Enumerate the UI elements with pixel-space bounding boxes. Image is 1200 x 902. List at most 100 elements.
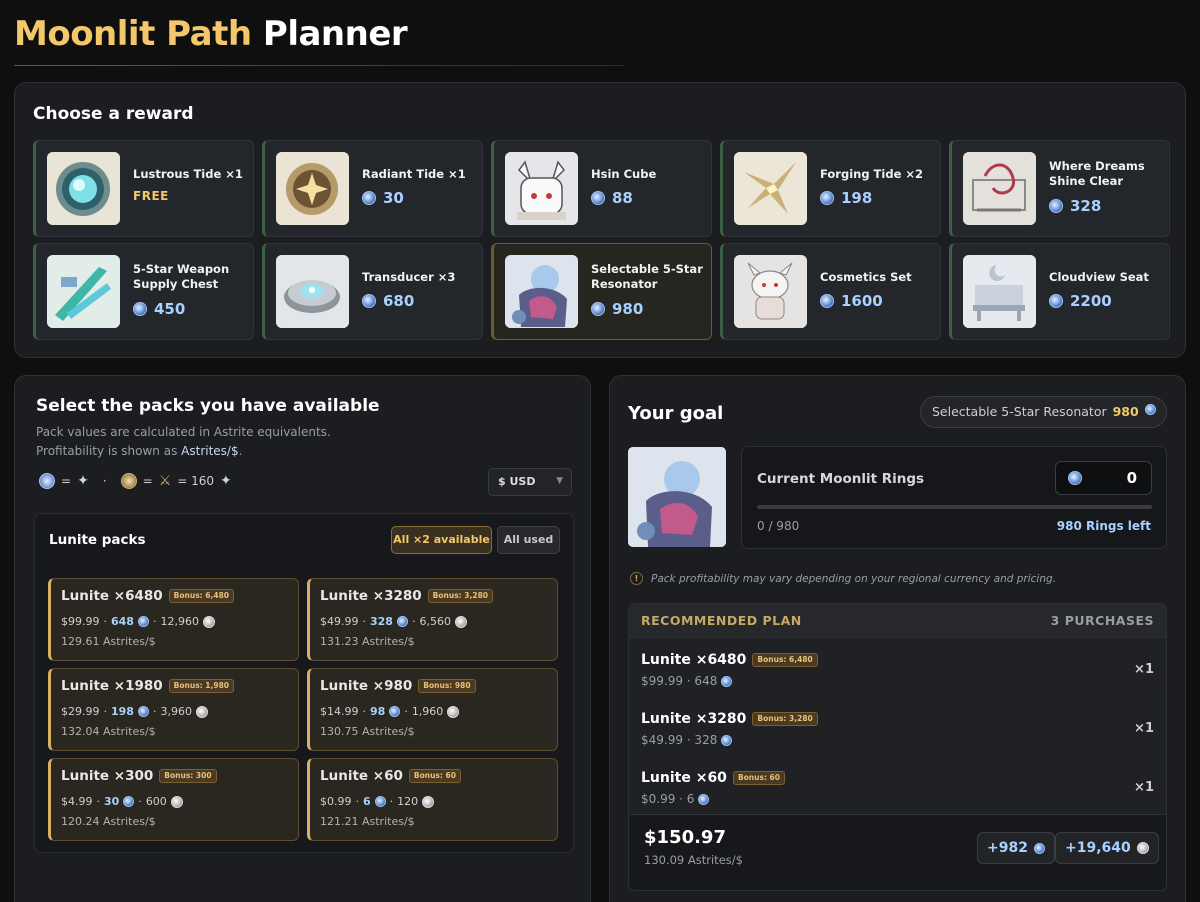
moonlit-ring-icon: [123, 796, 135, 807]
lunite-icon: [39, 473, 55, 489]
pack-card[interactable]: Lunite ×1980 Bonus: 1,980 $29.99 · 198 · 3,96…: [48, 668, 299, 751]
plan-total: $150.97: [644, 827, 726, 848]
weapon-supply-chest-image: [47, 255, 120, 328]
reward-price: 328: [1049, 197, 1101, 215]
packs-description: Pack values are calculated in Astrite eq…: [36, 425, 331, 458]
bonus-badge: Bonus: 6,480: [752, 653, 818, 667]
reward-name: Lustrous Tide ×1: [133, 167, 243, 181]
pack-card[interactable]: Lunite ×980 Bonus: 980 $14.99 · 98 · 1,960 13…: [307, 668, 558, 751]
moonlit-ring-icon: [362, 191, 376, 205]
bonus-badge: Bonus: 300: [159, 769, 217, 783]
reward-name: Selectable 5-Star Resonator: [591, 262, 703, 291]
conversion-legend: = ✦ · = ⚔ = 160 ✦: [39, 473, 232, 489]
bonus-badge: Bonus: 6,480: [168, 589, 235, 603]
reward-card-cosmetics-set[interactable]: Cosmetics Set 1600: [720, 243, 941, 340]
reward-card-forging-tide[interactable]: Forging Tide ×2 198: [720, 140, 941, 237]
reward-heading: Choose a reward: [33, 104, 194, 124]
moonlit-ring-icon: [820, 294, 834, 308]
reward-name: Transducer ×3: [362, 270, 456, 284]
reward-price: 88: [591, 189, 633, 207]
goal-target-pill[interactable]: Selectable 5-Star Resonator 980: [920, 396, 1167, 428]
moonlit-ring-icon: [374, 796, 386, 807]
forging-icon: ⚔: [158, 473, 172, 489]
all-used-button[interactable]: All used: [497, 526, 560, 554]
progress-text: 0 / 980: [757, 519, 800, 533]
moonlit-ring-icon: [133, 302, 147, 316]
all-available-button[interactable]: All ×2 available: [391, 526, 492, 554]
moonlit-ring-icon: [721, 734, 733, 746]
group-title: Lunite packs: [49, 532, 146, 548]
bonus-badge: Bonus: 60: [732, 771, 785, 785]
moonlit-ring-icon: [1049, 294, 1063, 308]
moonlit-ring-icon: [820, 191, 834, 205]
moonlit-ring-icon: [1033, 842, 1045, 854]
moonlit-ring-icon: [698, 793, 710, 805]
goal-reward-image: [628, 447, 726, 547]
moonlit-ring-icon: [1144, 404, 1156, 415]
moonlit-ring-icon: [1068, 471, 1082, 485]
reward-name: Forging Tide ×2: [820, 167, 924, 181]
reward-grid: Lustrous Tide ×1 FREE Radiant Tide ×1 30…: [33, 140, 1170, 340]
bonus-badge: Bonus: 60: [408, 769, 461, 783]
reward-name: Hsin Cube: [591, 167, 657, 181]
recommended-plan: RECOMMENDED PLAN 3 PURCHASES Lunite ×648…: [628, 603, 1167, 891]
cosmetics-set-image: [734, 255, 807, 328]
packs-heading: Select the packs you have available: [36, 396, 380, 416]
rings-gain-chip: +982: [977, 832, 1055, 864]
reward-price: 1600: [820, 292, 883, 310]
reward-card-lustrous-tide[interactable]: Lustrous Tide ×1 FREE: [33, 140, 254, 237]
reward-card-weapon-supply-chest[interactable]: 5-Star Weapon Supply Chest 450: [33, 243, 254, 340]
reward-price: 198: [820, 189, 872, 207]
reward-price: 980: [591, 300, 643, 318]
moonlit-ring-icon: [591, 302, 605, 316]
reward-card-where-dreams-shine-clear[interactable]: Where Dreams Shine Clear 328: [949, 140, 1170, 237]
packs-panel: Select the packs you have available Pack…: [14, 375, 591, 902]
astrite-icon: ✦: [220, 473, 232, 489]
astrite-icon: [1136, 842, 1149, 854]
reward-card-selectable-resonator[interactable]: Selectable 5-Star Resonator 980: [491, 243, 712, 340]
pack-card[interactable]: Lunite ×60 Bonus: 60 $0.99 · 6 · 120 121.21 A…: [307, 758, 558, 841]
reward-name: Radiant Tide ×1: [362, 167, 466, 181]
profitability-note: ! Pack profitability may vary depending …: [630, 572, 1056, 585]
lustrous-tide-image: [47, 152, 120, 225]
bonus-badge: Bonus: 3,280: [752, 712, 818, 726]
plan-ratio: 130.09 Astrites/$: [644, 853, 743, 867]
pack-card[interactable]: Lunite ×300 Bonus: 300 $4.99 · 30 · 600 120.2…: [48, 758, 299, 841]
pack-grid: Lunite ×6480 Bonus: 6,480 $99.99 · 648 · 12,9…: [48, 578, 558, 841]
reward-name: 5-Star Weapon Supply Chest: [133, 262, 230, 291]
lunite-packs-group: Lunite packs All ×2 available All used L…: [34, 513, 574, 853]
plan-count: 3 PURCHASES: [1050, 613, 1154, 628]
forging-tide-image: [734, 152, 807, 225]
moonlit-ring-icon: [591, 191, 605, 205]
astrite-icon: [454, 615, 467, 628]
rings-left: 980 Rings left: [1056, 519, 1151, 533]
reward-card-transducer[interactable]: Transducer ×3 680: [262, 243, 483, 340]
reward-card-hsin-cube[interactable]: Hsin Cube 88: [491, 140, 712, 237]
plan-summary: $150.97 130.09 Astrites/$ +982 +19,640: [629, 814, 1166, 890]
reward-card-cloudview-seat[interactable]: Cloudview Seat 2200: [949, 243, 1170, 340]
title-divider: [14, 65, 624, 66]
cloudview-seat-image: [963, 255, 1036, 328]
reward-card-radiant-tide[interactable]: Radiant Tide ×1 30: [262, 140, 483, 237]
moonlit-ring-icon: [137, 616, 149, 627]
moonlit-ring-icon: [389, 706, 401, 717]
astrite-icon: ✦: [77, 473, 89, 489]
page-title: Moonlit Path Planner: [14, 14, 408, 54]
rings-input[interactable]: 0: [1055, 461, 1152, 495]
transducer-image: [276, 255, 349, 328]
selectable-resonator-image: [505, 255, 578, 328]
hsin-cube-image: [505, 152, 578, 225]
bonus-badge: Bonus: 1,980: [168, 679, 235, 693]
currency-select[interactable]: $ USD ▼: [488, 468, 572, 496]
title-accent: Moonlit Path: [14, 14, 252, 54]
reward-name: Where Dreams Shine Clear: [1049, 159, 1145, 188]
pack-card[interactable]: Lunite ×6480 Bonus: 6,480 $99.99 · 648 · 12,9…: [48, 578, 299, 661]
astrite-icon: [202, 615, 215, 628]
plan-heading: RECOMMENDED PLAN: [641, 613, 802, 628]
astrite-icon: [422, 795, 435, 808]
pack-card[interactable]: Lunite ×3280 Bonus: 3,280 $49.99 · 328 · 6,56…: [307, 578, 558, 661]
moonlit-ring-icon: [721, 675, 733, 687]
astrites-gain-chip: +19,640: [1055, 832, 1159, 864]
astrite-icon: [195, 705, 208, 718]
astrite-icon: [170, 795, 183, 808]
